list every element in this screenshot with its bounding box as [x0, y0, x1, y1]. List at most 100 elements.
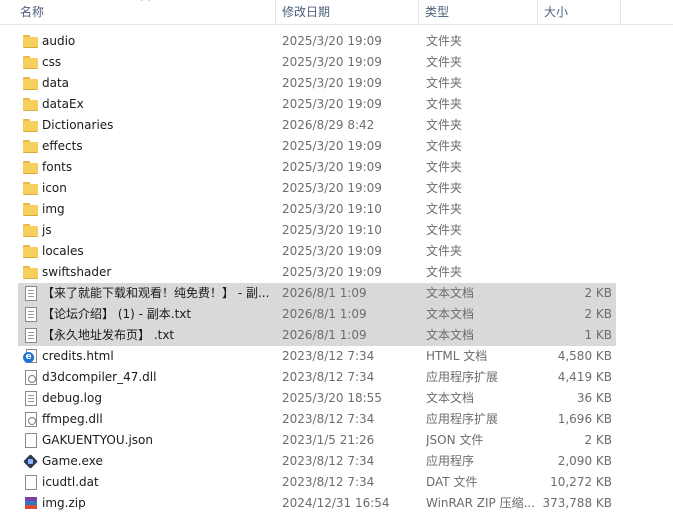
- file-size: [538, 136, 612, 157]
- file-date: 2025/3/20 18:55: [282, 391, 382, 405]
- file-row[interactable]: img 2025/3/20 19:10 文件夹: [18, 199, 616, 220]
- column-header-type[interactable]: 类型: [419, 0, 538, 24]
- file-row[interactable]: dataEx 2025/3/20 19:09 文件夹: [18, 94, 616, 115]
- file-type: 文件夹: [426, 55, 463, 69]
- file-size: 2,090 KB: [557, 454, 612, 468]
- file-size: [538, 220, 612, 241]
- file-size: [538, 94, 612, 115]
- file-size: 10,272 KB: [550, 475, 612, 489]
- file-row[interactable]: Dictionaries 2026/8/29 8:42 文件夹: [18, 115, 616, 136]
- file-name: icon: [42, 181, 67, 195]
- file-row[interactable]: audio 2025/3/20 19:09 文件夹: [18, 31, 616, 52]
- file-name: 【论坛介绍】 (1) - 副本.txt: [42, 307, 192, 321]
- file-row[interactable]: js 2025/3/20 19:10 文件夹: [18, 220, 616, 241]
- file-row[interactable]: Game.exe 2023/8/12 7:34 应用程序 2,090 KB: [18, 451, 616, 472]
- file-name: dataEx: [42, 97, 84, 111]
- file-type: 文件夹: [426, 139, 463, 153]
- file-date: 2024/12/31 16:54: [282, 496, 390, 510]
- column-header-name[interactable]: 名称 ︿: [0, 0, 276, 24]
- folder-icon: [23, 55, 38, 70]
- file-name: icudtl.dat: [42, 475, 99, 489]
- folder-icon: [23, 97, 38, 112]
- folder-icon: [23, 265, 38, 280]
- column-header-bar: 名称 ︿ 修改日期 类型 大小: [0, 0, 673, 25]
- generic-file-icon: [25, 433, 37, 448]
- file-row[interactable]: effects 2025/3/20 19:09 文件夹: [18, 136, 616, 157]
- file-row[interactable]: icon 2025/3/20 19:09 文件夹: [18, 178, 616, 199]
- file-date: 2025/3/20 19:09: [282, 55, 382, 69]
- file-name: credits.html: [42, 349, 114, 363]
- file-row[interactable]: swiftshader 2025/3/20 19:09 文件夹: [18, 262, 616, 283]
- file-type: 应用程序: [426, 454, 475, 468]
- file-size: [538, 52, 612, 73]
- file-size: 4,580 KB: [557, 349, 612, 363]
- file-name: css: [42, 55, 62, 69]
- file-date: 2025/3/20 19:10: [282, 223, 382, 237]
- file-name: img: [42, 202, 65, 216]
- file-date: 2026/8/29 8:42: [282, 118, 375, 132]
- file-date: 2023/8/12 7:34: [282, 454, 375, 468]
- column-header-type-label: 类型: [425, 5, 450, 19]
- folder-icon: [23, 118, 38, 133]
- file-date: 2025/3/20 19:09: [282, 181, 382, 195]
- file-date: 2023/8/12 7:34: [282, 349, 375, 363]
- html-file-icon: e: [23, 349, 38, 364]
- file-date: 2025/3/20 19:09: [282, 76, 382, 90]
- file-size: [538, 262, 612, 283]
- file-date: 2025/3/20 19:09: [282, 265, 382, 279]
- file-name: swiftshader: [42, 265, 112, 279]
- file-date: 2025/3/20 19:09: [282, 160, 382, 174]
- folder-icon: [23, 244, 38, 259]
- file-row[interactable]: data 2025/3/20 19:09 文件夹: [18, 73, 616, 94]
- file-date: 2023/8/12 7:34: [282, 412, 375, 426]
- file-size: [538, 115, 612, 136]
- file-size: [538, 157, 612, 178]
- file-type: 文本文档: [426, 307, 475, 321]
- text-file-icon: [25, 328, 37, 343]
- file-size: 36 KB: [576, 391, 612, 405]
- file-size: 2 KB: [584, 307, 612, 321]
- file-type: 应用程序扩展: [426, 412, 499, 426]
- file-row[interactable]: d3dcompiler_47.dll 2023/8/12 7:34 应用程序扩展 4,…: [18, 367, 616, 388]
- file-type: 文件夹: [426, 223, 463, 237]
- column-header-date-label: 修改日期: [282, 5, 331, 19]
- file-type: 文本文档: [426, 286, 475, 300]
- file-type: HTML 文档: [426, 349, 488, 363]
- file-row[interactable]: fonts 2025/3/20 19:09 文件夹: [18, 157, 616, 178]
- file-row[interactable]: locales 2025/3/20 19:09 文件夹: [18, 241, 616, 262]
- generic-file-icon: [25, 475, 37, 490]
- file-row[interactable]: 【来了就能下载和观看！纯免费！】 - 副... 2026/8/1 1:09 文本文档…: [18, 283, 616, 304]
- file-row[interactable]: 【论坛介绍】 (1) - 副本.txt 2026/8/1 1:09 文本文档 2 KB: [18, 304, 616, 325]
- sort-ascending-icon: ︿: [141, 0, 150, 3]
- text-file-icon: [25, 307, 37, 322]
- folder-icon: [23, 202, 38, 217]
- text-file-icon: [25, 391, 37, 406]
- file-row[interactable]: css 2025/3/20 19:09 文件夹: [18, 52, 616, 73]
- file-type: 文件夹: [426, 76, 463, 90]
- file-type: 文件夹: [426, 97, 463, 111]
- file-size: [538, 31, 612, 52]
- file-date: 2023/8/12 7:34: [282, 370, 375, 384]
- file-row[interactable]: GAKUENTYOU.json 2023/1/5 21:26 JSON 文件 2 KB: [18, 430, 616, 451]
- file-name: Game.exe: [42, 454, 103, 468]
- file-size: [538, 199, 612, 220]
- file-type: 应用程序扩展: [426, 370, 499, 384]
- file-size: 1,696 KB: [557, 412, 612, 426]
- file-row[interactable]: e credits.html 2023/8/12 7:34 HTML 文档 4,580 …: [18, 346, 616, 367]
- file-row[interactable]: ffmpeg.dll 2023/8/12 7:34 应用程序扩展 1,696 KB: [18, 409, 616, 430]
- file-date: 2025/3/20 19:10: [282, 202, 382, 216]
- column-header-size[interactable]: 大小: [538, 0, 621, 24]
- file-type: 文件夹: [426, 265, 463, 279]
- file-row[interactable]: img.zip 2024/12/31 16:54 WinRAR ZIP 压缩... 3…: [18, 493, 616, 514]
- file-row[interactable]: 【永久地址发布页】 .txt 2026/8/1 1:09 文本文档 1 KB: [18, 325, 616, 346]
- file-name: img.zip: [42, 496, 86, 510]
- column-header-date[interactable]: 修改日期: [276, 0, 419, 24]
- file-size: 2 KB: [584, 286, 612, 300]
- file-size: 4,419 KB: [557, 370, 612, 384]
- file-size: [538, 178, 612, 199]
- file-row[interactable]: debug.log 2025/3/20 18:55 文本文档 36 KB: [18, 388, 616, 409]
- file-name: locales: [42, 244, 84, 258]
- folder-icon: [23, 76, 38, 91]
- file-row[interactable]: icudtl.dat 2023/8/12 7:34 DAT 文件 10,272 KB: [18, 472, 616, 493]
- column-header-name-label: 名称: [20, 5, 45, 19]
